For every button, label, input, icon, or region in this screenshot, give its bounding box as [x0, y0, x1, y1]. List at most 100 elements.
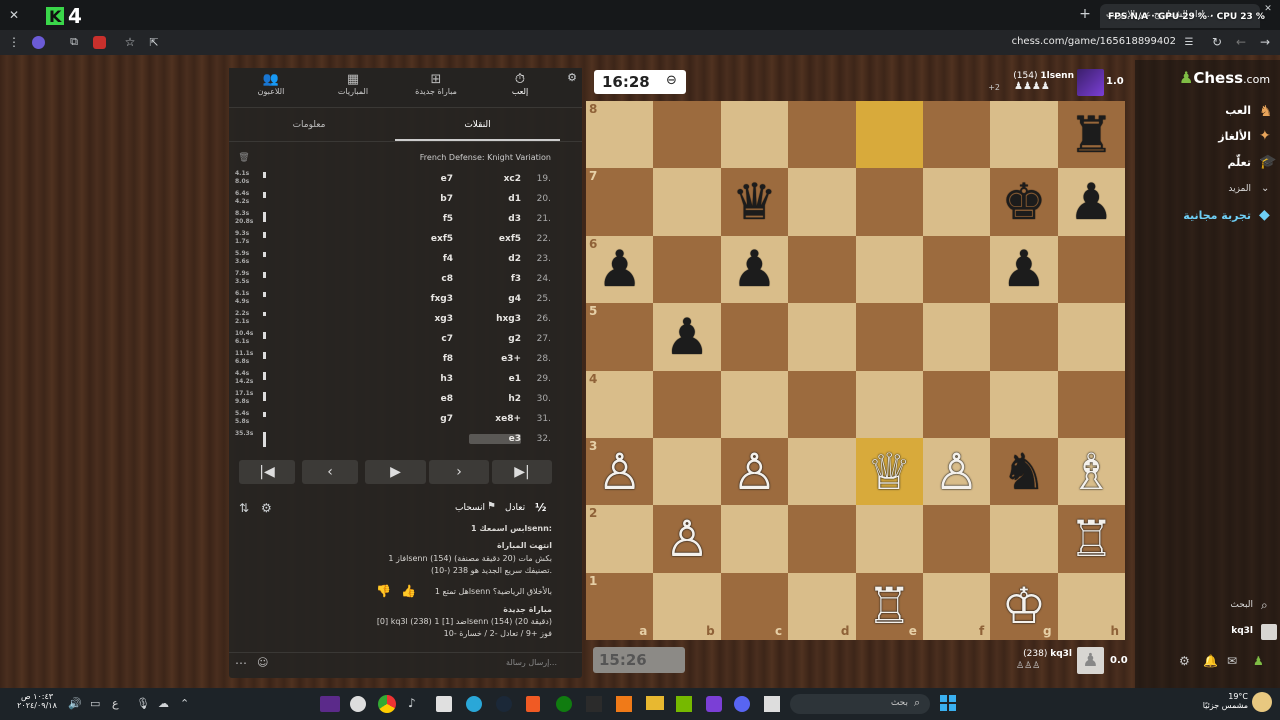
board-square[interactable] — [1057, 370, 1125, 438]
top-player-avatar[interactable] — [1077, 69, 1104, 96]
forward-icon[interactable]: → — [1258, 35, 1272, 49]
white-move[interactable]: f3 — [469, 274, 521, 284]
windows-start-icon[interactable] — [940, 695, 956, 711]
black-move[interactable]: f4 — [399, 254, 453, 264]
chess-piece[interactable]: ♟ — [732, 244, 777, 294]
first-move-button[interactable]: |◀ — [239, 460, 295, 484]
site-settings-icon[interactable]: ☰ — [1182, 35, 1196, 49]
friends-icon[interactable]: ♟ — [1253, 654, 1264, 668]
app-icon[interactable] — [764, 696, 780, 712]
board-square[interactable] — [855, 505, 923, 573]
chess-piece[interactable]: ♜ — [1069, 110, 1114, 160]
xbox-icon[interactable] — [556, 696, 572, 712]
board-square[interactable] — [922, 168, 991, 236]
tab-new-game[interactable]: ⊞ مباراة جديدة — [406, 72, 466, 96]
board-square[interactable]: d — [788, 572, 856, 640]
board-square[interactable]: f — [922, 572, 991, 640]
trash-icon[interactable]: 🗑 — [238, 152, 249, 164]
play-button[interactable]: ▶ — [365, 460, 426, 484]
app-icon[interactable] — [350, 696, 366, 712]
chess-piece[interactable]: ♞ — [1002, 447, 1047, 497]
nav-user[interactable]: kq3l — [1155, 624, 1277, 642]
board-square[interactable] — [788, 235, 856, 304]
white-move[interactable]: d3 — [469, 214, 521, 224]
board-square[interactable] — [922, 235, 991, 304]
board-square[interactable] — [788, 101, 856, 169]
chess-piece[interactable]: ♕ — [867, 447, 912, 497]
folder-icon[interactable] — [646, 696, 664, 710]
board-square[interactable] — [788, 437, 856, 506]
board-square[interactable]: ♞ — [990, 437, 1058, 506]
next-move-button[interactable]: › — [429, 460, 489, 484]
window-close-icon[interactable]: ✕ — [1260, 2, 1276, 16]
bottom-player-avatar[interactable]: ♟ — [1077, 647, 1104, 674]
close-icon[interactable]: ✕ — [4, 6, 24, 24]
weather-widget[interactable]: 19°C مشمس جزئيًا — [1180, 692, 1248, 710]
board-square[interactable] — [788, 505, 856, 573]
chess-board[interactable]: 8 ♜ 7 ♛ ♚ ♟ ♟ 6 ♟ ♟ 5 ♟ 4 ♙ 3 ♙ ♕ ♙ ♞ ♗ 2 ♙ ♖ 1 a b c d ♖ e f ♔ g h — [586, 101, 1125, 640]
chess-piece[interactable]: ♟ — [1069, 177, 1114, 227]
shield-icon[interactable] — [93, 36, 106, 49]
tab-info[interactable]: معلومات — [259, 120, 359, 130]
board-square[interactable]: ♙ — [922, 437, 991, 506]
board-square[interactable] — [855, 168, 923, 236]
new-tab-button[interactable]: + — [1078, 5, 1092, 23]
tab-moves[interactable]: النقلات — [395, 120, 560, 130]
emoji-icon[interactable]: ☺ — [257, 656, 268, 669]
back-icon[interactable]: ← — [1234, 35, 1248, 49]
chess-piece[interactable]: ♙ — [732, 447, 777, 497]
white-move[interactable]: e3+ — [469, 354, 521, 364]
brave-icon[interactable] — [526, 696, 540, 712]
bell-icon[interactable]: 🔔 — [1203, 654, 1218, 668]
board-square[interactable] — [653, 437, 721, 506]
board-square[interactable] — [922, 505, 991, 573]
board-square[interactable]: b — [653, 572, 721, 640]
extensions-icon[interactable]: ⧉ — [66, 35, 82, 49]
board-square[interactable] — [922, 303, 991, 371]
board-square[interactable]: 1a — [586, 572, 654, 640]
chesscom-logo[interactable]: ♟Chess.com — [1179, 68, 1279, 94]
top-player-name[interactable]: 1lsenn — [1040, 71, 1074, 81]
black-move[interactable]: c8 — [399, 274, 453, 284]
chat-input[interactable]: إرسال رسالة... — [289, 658, 557, 667]
board-square[interactable]: ♚ — [990, 168, 1058, 236]
board-square[interactable] — [653, 101, 721, 169]
nav-play[interactable]: العب ♞ — [1155, 102, 1277, 122]
board-square[interactable]: ♕ — [855, 437, 923, 506]
white-move[interactable]: d1 — [469, 194, 521, 204]
board-square[interactable]: ♙ 3 — [586, 437, 654, 506]
board-square[interactable] — [1057, 303, 1125, 371]
board-square[interactable]: 7 — [586, 168, 654, 236]
steam-icon[interactable] — [496, 696, 512, 712]
black-move[interactable]: e8 — [399, 394, 453, 404]
thumbs-down-icon[interactable]: 👎 — [376, 584, 391, 598]
board-square[interactable] — [653, 168, 721, 236]
white-move[interactable]: e1 — [469, 374, 521, 384]
edge-icon[interactable] — [466, 696, 482, 712]
share-icon[interactable]: ⇱ — [146, 35, 162, 49]
tab-play[interactable]: ⏱ إلعب — [490, 72, 550, 96]
board-square[interactable]: ♟ — [990, 235, 1058, 304]
chess-piece[interactable]: ♗ — [1069, 447, 1114, 497]
black-move[interactable]: fxg3 — [399, 294, 453, 304]
chess-piece[interactable]: ♟ — [1002, 244, 1047, 294]
white-move[interactable]: g4 — [469, 294, 521, 304]
board-square[interactable]: ♟ 6 — [586, 235, 654, 304]
chevron-up-icon[interactable]: ⌃ — [180, 697, 189, 710]
board-square[interactable] — [720, 370, 789, 438]
board-square[interactable]: ♙ — [720, 437, 789, 506]
board-square[interactable]: ♜ — [1057, 101, 1125, 169]
more-icon[interactable]: ⋯ — [235, 656, 247, 670]
board-square[interactable] — [922, 101, 991, 169]
board-square[interactable] — [720, 505, 789, 573]
chess-piece[interactable]: ♖ — [1069, 514, 1114, 564]
white-move[interactable]: hxg3 — [469, 314, 521, 324]
black-move[interactable]: exf5 — [399, 234, 453, 244]
chess-piece[interactable]: ♖ — [867, 581, 912, 631]
board-square[interactable]: ♙ — [653, 505, 721, 573]
microphone-icon[interactable]: 🎙 — [136, 697, 150, 710]
white-move[interactable]: exf5 — [469, 234, 521, 244]
board-square[interactable] — [855, 303, 923, 371]
nvidia-icon[interactable] — [676, 696, 692, 712]
chess-piece[interactable]: ♛ — [732, 177, 777, 227]
